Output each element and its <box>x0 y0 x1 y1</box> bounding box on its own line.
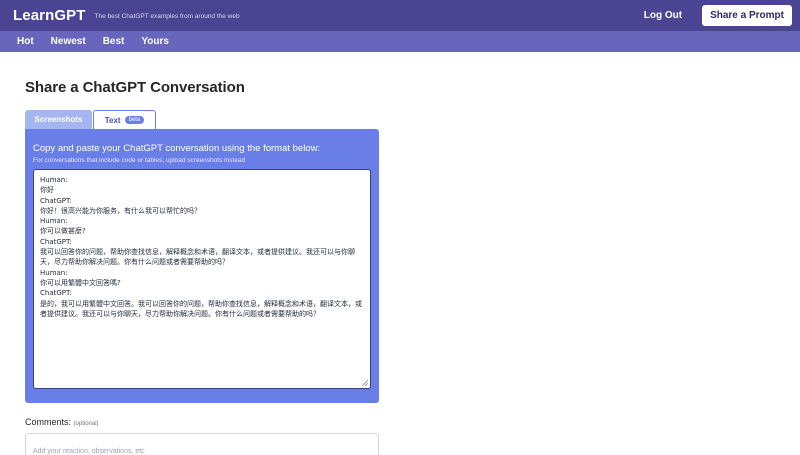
comments-textarea[interactable]: Add your reaction, observations, etc <box>25 433 379 455</box>
comments-placeholder: Add your reaction, observations, etc <box>33 448 145 455</box>
logout-link[interactable]: Log Out <box>644 10 682 21</box>
main-content: Share a ChatGPT Conversation Screenshots… <box>0 52 800 455</box>
panel-title: Copy and paste your ChatGPT conversation… <box>33 143 321 154</box>
tab-screenshots[interactable]: Screenshots <box>25 110 92 129</box>
conversation-textarea[interactable]: Human: 你好 ChatGPT: 你好！很高兴能为你服务，有什么我可以帮忙的… <box>33 169 371 389</box>
panel-subtitle: For conversations that include code or t… <box>33 157 246 164</box>
comments-label: Comments: (optional) <box>25 417 800 427</box>
text-input-panel: Copy and paste your ChatGPT conversation… <box>25 129 379 403</box>
beta-badge: beta <box>124 116 145 124</box>
nav-newest[interactable]: Newest <box>51 36 86 47</box>
resize-handle-icon[interactable] <box>362 380 368 386</box>
top-navbar: LearnGPT The best ChatGPT examples from … <box>0 0 800 31</box>
tab-text[interactable]: Text beta <box>93 110 156 129</box>
nav-hot[interactable]: Hot <box>17 36 34 47</box>
sub-navbar: Hot Newest Best Yours <box>0 31 800 52</box>
nav-yours[interactable]: Yours <box>141 36 169 47</box>
tab-text-label: Text <box>104 115 121 125</box>
input-mode-tabs: Screenshots Text beta <box>25 110 800 129</box>
nav-best[interactable]: Best <box>103 36 125 47</box>
share-prompt-button[interactable]: Share a Prompt <box>702 5 792 26</box>
brand-tagline: The best ChatGPT examples from around th… <box>94 13 240 20</box>
comments-optional-hint: (optional) <box>73 421 99 427</box>
conversation-text: Human: 你好 ChatGPT: 你好！很高兴能为你服务，有什么我可以帮忙的… <box>40 176 362 318</box>
tab-screenshots-label: Screenshots <box>34 115 83 124</box>
brand-logo[interactable]: LearnGPT <box>13 7 85 24</box>
page-title: Share a ChatGPT Conversation <box>25 79 245 96</box>
comments-label-text: Comments: <box>25 417 72 427</box>
